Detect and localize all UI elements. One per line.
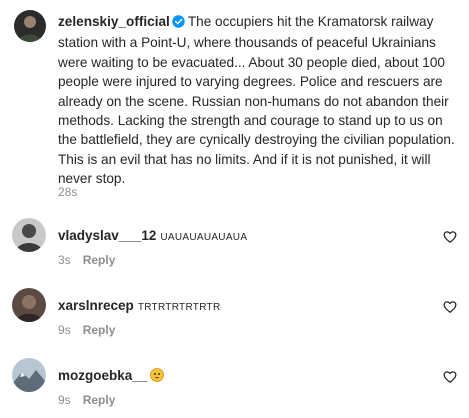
post-text: The occupiers hit the Kramatorsk railway… xyxy=(58,14,455,187)
verified-badge-icon xyxy=(172,14,185,33)
heart-outline-icon[interactable] xyxy=(443,300,457,314)
comment-item: mozgoebka__ 9s Reply xyxy=(0,358,469,418)
comment-meta: 9s Reply xyxy=(58,393,115,407)
comment-line: mozgoebka__ xyxy=(58,368,165,383)
heart-outline-icon[interactable] xyxy=(443,230,457,244)
avatar[interactable] xyxy=(12,218,46,252)
comment-timestamp: 3s xyxy=(58,253,71,267)
comment-username[interactable]: xarslnrecep xyxy=(58,298,134,313)
comment-line: xarslnrecep TRTRTRTRTRTR xyxy=(58,298,221,313)
post-timestamp: 28s xyxy=(58,185,78,199)
heart-outline-icon[interactable] xyxy=(443,370,457,384)
comment-item: vladyslav___12 UAUAUAUAUAUA 3s Reply xyxy=(0,218,469,278)
profile-photo-icon[interactable] xyxy=(14,10,46,42)
comment-meta: 9s Reply xyxy=(58,323,115,337)
comment-username[interactable]: mozgoebka__ xyxy=(58,368,147,383)
post-username[interactable]: zelenskiy_official xyxy=(58,14,170,29)
comment-text: UAUAUAUAUAUA xyxy=(160,232,248,243)
avatar[interactable] xyxy=(12,358,46,392)
post-caption: zelenskiy_official The occupiers hit the … xyxy=(58,12,462,189)
reply-button[interactable]: Reply xyxy=(83,253,116,267)
reply-button[interactable]: Reply xyxy=(83,323,116,337)
comment-item: xarslnrecep TRTRTRTRTRTR 9s Reply xyxy=(0,288,469,348)
avatar[interactable] xyxy=(12,288,46,322)
comment-username[interactable]: vladyslav___12 xyxy=(58,228,156,243)
comment-timestamp: 9s xyxy=(58,393,71,407)
comment-timestamp: 9s xyxy=(58,323,71,337)
comment-text: TRTRTRTRTRTR xyxy=(137,302,221,313)
reply-button[interactable]: Reply xyxy=(83,393,116,407)
comment-meta: 3s Reply xyxy=(58,253,115,267)
sad-face-emoji xyxy=(150,368,165,382)
comment-line: vladyslav___12 UAUAUAUAUAUA xyxy=(58,228,247,243)
